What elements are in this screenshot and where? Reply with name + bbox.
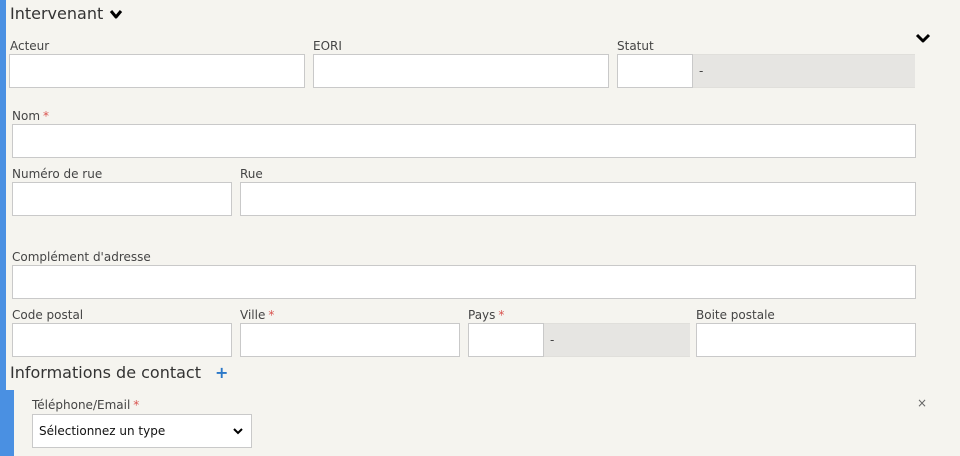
numero-rue-label: Numéro de rue — [12, 167, 103, 181]
boite-postale-label: Boite postale — [696, 308, 775, 322]
add-contact-button[interactable]: + — [215, 363, 228, 382]
code-postal-label: Code postal — [12, 308, 84, 322]
ville-label-text: Ville — [240, 308, 266, 322]
telephone-email-label-text: Téléphone/Email — [32, 398, 131, 412]
eori-input[interactable] — [313, 54, 609, 88]
collapse-chevron-icon[interactable] — [915, 31, 931, 45]
contact-accent-bar — [6, 390, 14, 456]
telephone-email-label: Téléphone/Email * — [32, 398, 139, 412]
boite-postale-input[interactable] — [696, 323, 916, 357]
required-mark: * — [133, 398, 140, 412]
ville-input[interactable] — [240, 323, 460, 357]
complement-label: Complément d'adresse — [12, 250, 151, 264]
required-mark: * — [498, 308, 505, 322]
required-mark: * — [43, 109, 50, 123]
statut-label: Statut — [617, 39, 654, 53]
contact-header: Informations de contact + — [10, 363, 228, 382]
intervenant-title: Intervenant — [10, 4, 104, 23]
statut-input[interactable] — [617, 54, 693, 88]
eori-label: EORI — [313, 39, 342, 53]
ville-label: Ville * — [240, 308, 274, 322]
nom-input[interactable] — [12, 124, 916, 158]
complement-input[interactable] — [12, 265, 916, 299]
pays-input[interactable] — [468, 323, 544, 357]
pays-label-text: Pays — [468, 308, 496, 322]
pays-display: - — [544, 323, 690, 357]
acteur-label: Acteur — [10, 39, 50, 53]
left-accent-bar — [0, 0, 6, 456]
rue-input[interactable] — [240, 182, 916, 216]
contact-title: Informations de contact — [10, 363, 201, 382]
contact-type-selected: Sélectionnez un type — [39, 424, 166, 438]
acteur-input[interactable] — [9, 54, 305, 88]
statut-display: - — [693, 54, 915, 88]
intervenant-header[interactable]: Intervenant — [10, 4, 123, 23]
code-postal-input[interactable] — [12, 323, 232, 357]
remove-contact-button[interactable]: × — [917, 396, 927, 410]
statut-value: - — [699, 64, 704, 78]
pays-value: - — [550, 333, 555, 347]
chevron-down-icon — [233, 428, 243, 435]
rue-label: Rue — [240, 167, 263, 181]
chevron-down-icon — [110, 9, 123, 18]
nom-label-text: Nom — [12, 109, 41, 123]
pays-label: Pays * — [468, 308, 504, 322]
numero-rue-input[interactable] — [12, 182, 232, 216]
contact-type-select[interactable]: Sélectionnez un type — [32, 414, 252, 448]
nom-label: Nom * — [12, 109, 49, 123]
required-mark: * — [268, 308, 275, 322]
